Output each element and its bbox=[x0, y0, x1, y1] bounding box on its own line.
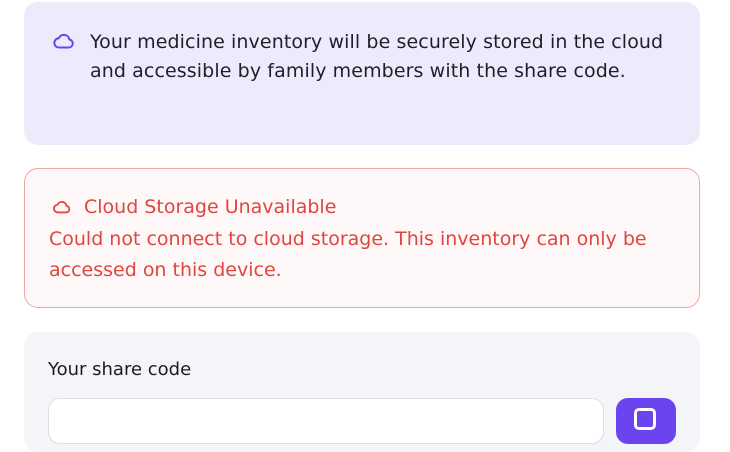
cloud-icon bbox=[53, 33, 74, 49]
share-code-label: Your share code bbox=[48, 359, 192, 380]
share-code-field[interactable] bbox=[48, 398, 604, 444]
cloud-info-text: Your medicine inventory will be securely… bbox=[90, 31, 664, 82]
copy-icon bbox=[634, 408, 656, 430]
error-message: Could not connect to cloud storage. This… bbox=[49, 228, 647, 281]
error-title: Cloud Storage Unavailable bbox=[84, 196, 337, 218]
cloud-icon bbox=[53, 200, 71, 214]
